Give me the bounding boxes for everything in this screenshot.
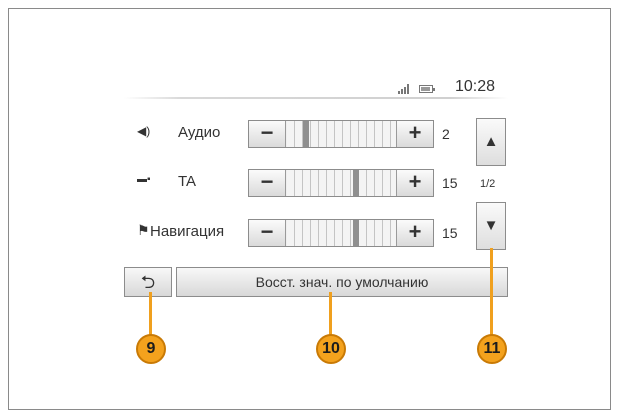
callout-line-9 — [149, 292, 152, 336]
callout-line-11 — [490, 248, 493, 336]
row-label-ta: TA — [178, 173, 197, 190]
navigation-slider-track[interactable] — [287, 220, 397, 246]
traffic-announcement-icon: ▬▪ — [137, 174, 151, 185]
ta-slider-knob[interactable] — [353, 170, 359, 196]
callout-11: 11 — [477, 334, 507, 364]
callout-10: 10 — [316, 334, 346, 364]
navigation-slider-knob[interactable] — [353, 220, 359, 246]
ta-slider-track[interactable] — [287, 170, 397, 196]
status-divider — [124, 97, 508, 99]
status-clock: 10:28 — [455, 78, 496, 95]
navigation-value: 15 — [442, 225, 458, 241]
reset-defaults-button[interactable]: Восст. знач. по умолчанию — [176, 267, 508, 297]
ta-minus-button[interactable]: − — [249, 170, 286, 196]
scroll-up-button[interactable]: ▲ — [476, 118, 506, 166]
ta-value: 15 — [442, 175, 458, 191]
audio-plus-button[interactable]: + — [396, 121, 433, 147]
back-arrow-icon: ⮌ — [140, 272, 156, 292]
row-label-audio: Аудио — [178, 124, 221, 141]
callout-line-10 — [329, 292, 332, 336]
bottom-bar: ⮌ Восст. знач. по умолчанию — [124, 267, 508, 297]
navigation-plus-button[interactable]: + — [396, 220, 433, 246]
audio-slider-track[interactable] — [287, 121, 397, 147]
ta-volume-slider[interactable]: − + — [248, 169, 434, 197]
audio-value: 2 — [442, 126, 450, 142]
ta-plus-button[interactable]: + — [396, 170, 433, 196]
row-label-navigation: Навигация — [150, 223, 225, 240]
figure-frame — [8, 8, 611, 410]
scroll-down-button[interactable]: ▼ — [476, 202, 506, 250]
navigation-minus-button[interactable]: − — [249, 220, 286, 246]
callout-9: 9 — [136, 334, 166, 364]
audio-volume-slider[interactable]: − + — [248, 120, 434, 148]
back-button[interactable]: ⮌ — [124, 267, 172, 297]
signal-icon — [398, 84, 412, 94]
flag-icon: ⚑ — [137, 222, 150, 238]
page-indicator: 1/2 — [480, 178, 496, 190]
speaker-icon: ◀) — [137, 124, 151, 138]
battery-icon — [419, 85, 435, 93]
audio-minus-button[interactable]: − — [249, 121, 286, 147]
audio-slider-knob[interactable] — [303, 121, 309, 147]
navigation-volume-slider[interactable]: − + — [248, 219, 434, 247]
